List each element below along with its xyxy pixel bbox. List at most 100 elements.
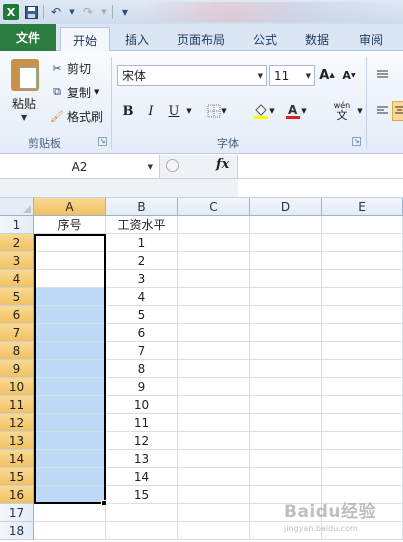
cell-b2[interactable]: 1 (106, 234, 178, 252)
cell-d14[interactable] (250, 450, 322, 468)
save-icon[interactable] (23, 4, 39, 20)
cell-e6[interactable] (322, 306, 403, 324)
select-all-button[interactable] (0, 198, 34, 216)
cell-b3[interactable]: 2 (106, 252, 178, 270)
tab-formulas[interactable]: 公式 (244, 27, 286, 51)
cell-d2[interactable] (250, 234, 322, 252)
row-header-11[interactable]: 11 (0, 396, 34, 414)
font-launcher-icon[interactable]: ↘ (352, 137, 361, 146)
cell-a7[interactable] (34, 324, 106, 342)
customize-qat-icon[interactable]: ▼ (117, 4, 133, 20)
column-header-c[interactable]: C (178, 198, 250, 216)
cell-d13[interactable] (250, 432, 322, 450)
cell-b9[interactable]: 8 (106, 360, 178, 378)
cell-e7[interactable] (322, 324, 403, 342)
excel-app-icon[interactable]: X (3, 4, 19, 20)
align-center-icon[interactable] (392, 101, 403, 121)
cell-d10[interactable] (250, 378, 322, 396)
cell-b17[interactable] (106, 504, 178, 522)
cell-a12[interactable] (34, 414, 106, 432)
cell-a13[interactable] (34, 432, 106, 450)
cell-d15[interactable] (250, 468, 322, 486)
cell-e10[interactable] (322, 378, 403, 396)
cell-e13[interactable] (322, 432, 403, 450)
row-header-14[interactable]: 14 (0, 450, 34, 468)
clipboard-launcher-icon[interactable]: ↘ (98, 137, 107, 146)
cell-b6[interactable]: 5 (106, 306, 178, 324)
name-box[interactable]: A2 ▼ (0, 155, 160, 178)
column-header-a[interactable]: A (34, 198, 106, 216)
paste-button[interactable]: 粘贴 (12, 95, 36, 112)
row-header-6[interactable]: 6 (0, 306, 34, 324)
cell-a14[interactable] (34, 450, 106, 468)
cell-c12[interactable] (178, 414, 250, 432)
undo-dropdown-icon[interactable]: ▼ (68, 4, 76, 20)
paste-icon[interactable] (11, 59, 39, 91)
row-header-8[interactable]: 8 (0, 342, 34, 360)
cell-a10[interactable] (34, 378, 106, 396)
row-header-17[interactable]: 17 (0, 504, 34, 522)
align-left-icon[interactable] (374, 101, 390, 121)
cell-b11[interactable]: 10 (106, 396, 178, 414)
cell-c4[interactable] (178, 270, 250, 288)
column-header-e[interactable]: E (322, 198, 403, 216)
insert-function-button[interactable]: fx (216, 157, 229, 172)
column-header-d[interactable]: D (250, 198, 322, 216)
fill-handle[interactable] (101, 500, 107, 506)
cell-b16[interactable]: 15 (106, 486, 178, 504)
cell-c3[interactable] (178, 252, 250, 270)
align-top-icon[interactable] (374, 65, 390, 85)
cut-button[interactable]: ✂ 剪切 (50, 58, 91, 78)
cell-b14[interactable]: 13 (106, 450, 178, 468)
cell-b15[interactable]: 14 (106, 468, 178, 486)
cell-d7[interactable] (250, 324, 322, 342)
row-header-18[interactable]: 18 (0, 522, 34, 540)
row-header-2[interactable]: 2 (0, 234, 34, 252)
row-header-13[interactable]: 13 (0, 432, 34, 450)
cell-a11[interactable] (34, 396, 106, 414)
cell-e15[interactable] (322, 468, 403, 486)
row-header-15[interactable]: 15 (0, 468, 34, 486)
cell-d3[interactable] (250, 252, 322, 270)
splitter-handle-icon[interactable] (166, 159, 179, 172)
cell-a3[interactable] (34, 252, 106, 270)
cell-b12[interactable]: 11 (106, 414, 178, 432)
cell-c18[interactable] (178, 522, 250, 540)
cell-c1[interactable] (178, 216, 250, 234)
cell-d1[interactable] (250, 216, 322, 234)
cell-a15[interactable] (34, 468, 106, 486)
cell-d5[interactable] (250, 288, 322, 306)
tab-insert[interactable]: 插入 (114, 27, 160, 51)
cell-b5[interactable]: 4 (106, 288, 178, 306)
cell-d6[interactable] (250, 306, 322, 324)
cell-a5[interactable] (34, 288, 106, 306)
cell-c10[interactable] (178, 378, 250, 396)
cell-b7[interactable]: 6 (106, 324, 178, 342)
cell-c17[interactable] (178, 504, 250, 522)
cell-b10[interactable]: 9 (106, 378, 178, 396)
cell-e8[interactable] (322, 342, 403, 360)
cell-a16[interactable] (34, 486, 106, 504)
cell-b1[interactable]: 工资水平 (106, 216, 178, 234)
cell-d4[interactable] (250, 270, 322, 288)
cell-e11[interactable] (322, 396, 403, 414)
cell-d8[interactable] (250, 342, 322, 360)
cell-a1[interactable]: 序号 (34, 216, 106, 234)
cell-a6[interactable] (34, 306, 106, 324)
row-header-5[interactable]: 5 (0, 288, 34, 306)
redo-icon[interactable]: ↷ (80, 4, 96, 20)
cell-d11[interactable] (250, 396, 322, 414)
cell-e4[interactable] (322, 270, 403, 288)
cell-b8[interactable]: 7 (106, 342, 178, 360)
cell-a2[interactable] (34, 234, 106, 252)
cell-a4[interactable] (34, 270, 106, 288)
cell-c15[interactable] (178, 468, 250, 486)
cell-c2[interactable] (178, 234, 250, 252)
undo-icon[interactable]: ↶ (48, 4, 64, 20)
underline-button[interactable]: U (165, 101, 183, 121)
row-header-1[interactable]: 1 (0, 216, 34, 234)
bold-button[interactable]: B (119, 101, 137, 121)
fill-color-button[interactable]: ▼ (252, 101, 276, 121)
row-header-3[interactable]: 3 (0, 252, 34, 270)
shrink-font-button[interactable]: A ▼ (341, 65, 357, 85)
